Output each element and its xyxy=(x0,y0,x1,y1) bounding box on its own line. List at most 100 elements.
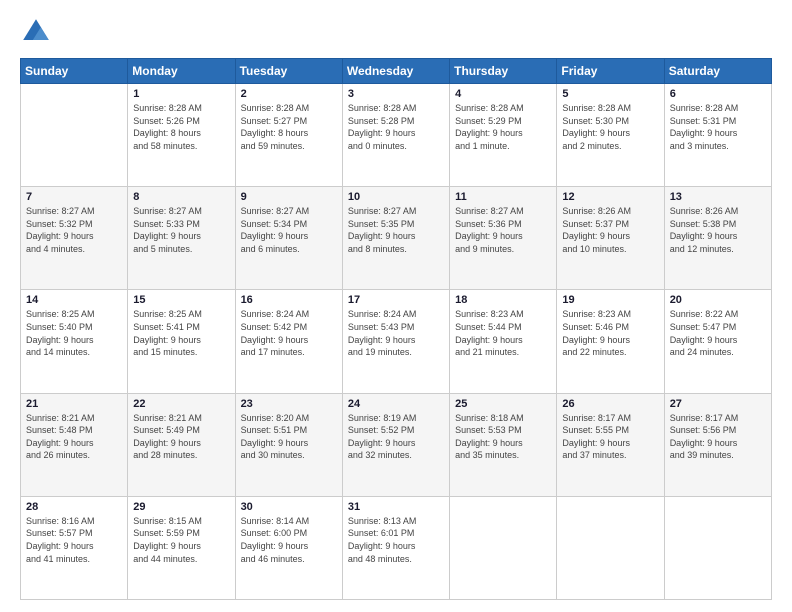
day-cell: 24 Sunrise: 8:19 AM Sunset: 5:52 PM Dayli… xyxy=(342,393,449,496)
day-info: Sunrise: 8:23 AM Sunset: 5:46 PM Dayligh… xyxy=(562,308,658,358)
day-info: Sunrise: 8:13 AM Sunset: 6:01 PM Dayligh… xyxy=(348,515,444,565)
day-number: 1 xyxy=(133,88,229,100)
day-number: 31 xyxy=(348,501,444,513)
page: SundayMondayTuesdayWednesdayThursdayFrid… xyxy=(0,0,792,612)
day-number: 13 xyxy=(670,191,766,203)
day-cell xyxy=(21,84,128,187)
day-info: Sunrise: 8:14 AM Sunset: 6:00 PM Dayligh… xyxy=(241,515,337,565)
day-info: Sunrise: 8:15 AM Sunset: 5:59 PM Dayligh… xyxy=(133,515,229,565)
day-number: 22 xyxy=(133,398,229,410)
day-cell: 8 Sunrise: 8:27 AM Sunset: 5:33 PM Daylig… xyxy=(128,187,235,290)
day-number: 7 xyxy=(26,191,122,203)
day-cell: 23Sunrise: 8:20 AM Sunset: 5:51 PM Dayli… xyxy=(235,393,342,496)
day-cell: 1 Sunrise: 8:28 AM Sunset: 5:26 PM Daylig… xyxy=(128,84,235,187)
week-row-4: 28 Sunrise: 8:16 AM Sunset: 5:57 PM Dayli… xyxy=(21,496,772,599)
header-cell-sunday: Sunday xyxy=(21,59,128,84)
day-cell: 28 Sunrise: 8:16 AM Sunset: 5:57 PM Dayli… xyxy=(21,496,128,599)
logo-icon xyxy=(20,16,52,48)
header-row: SundayMondayTuesdayWednesdayThursdayFrid… xyxy=(21,59,772,84)
day-info: Sunrise: 8:18 AM Sunset: 5:53 PM Dayligh… xyxy=(455,412,551,462)
header xyxy=(20,16,772,48)
day-info: Sunrise: 8:16 AM Sunset: 5:57 PM Dayligh… xyxy=(26,515,122,565)
day-number: 10 xyxy=(348,191,444,203)
day-number: 6 xyxy=(670,88,766,100)
day-info: Sunrise: 8:26 AM Sunset: 5:37 PM Dayligh… xyxy=(562,205,658,255)
day-cell: 10 Sunrise: 8:27 AM Sunset: 5:35 PM Dayli… xyxy=(342,187,449,290)
calendar-header: SundayMondayTuesdayWednesdayThursdayFrid… xyxy=(21,59,772,84)
day-cell: 2Sunrise: 8:28 AM Sunset: 5:27 PM Daylig… xyxy=(235,84,342,187)
day-number: 25 xyxy=(455,398,551,410)
header-cell-friday: Friday xyxy=(557,59,664,84)
day-cell: 29 Sunrise: 8:15 AM Sunset: 5:59 PM Dayli… xyxy=(128,496,235,599)
day-info: Sunrise: 8:20 AM Sunset: 5:51 PM Dayligh… xyxy=(241,412,337,462)
day-info: Sunrise: 8:28 AM Sunset: 5:26 PM Dayligh… xyxy=(133,102,229,152)
day-number: 28 xyxy=(26,501,122,513)
day-info: Sunrise: 8:27 AM Sunset: 5:32 PM Dayligh… xyxy=(26,205,122,255)
day-info: Sunrise: 8:27 AM Sunset: 5:34 PM Dayligh… xyxy=(241,205,337,255)
day-cell: 12 Sunrise: 8:26 AM Sunset: 5:37 PM Dayli… xyxy=(557,187,664,290)
day-cell: 15 Sunrise: 8:25 AM Sunset: 5:41 PM Dayli… xyxy=(128,290,235,393)
day-number: 29 xyxy=(133,501,229,513)
day-number: 5 xyxy=(562,88,658,100)
day-info: Sunrise: 8:27 AM Sunset: 5:36 PM Dayligh… xyxy=(455,205,551,255)
day-cell: 3 Sunrise: 8:28 AM Sunset: 5:28 PM Daylig… xyxy=(342,84,449,187)
day-number: 16 xyxy=(241,294,337,306)
day-cell: 16Sunrise: 8:24 AM Sunset: 5:42 PM Dayli… xyxy=(235,290,342,393)
day-number: 20 xyxy=(670,294,766,306)
day-info: Sunrise: 8:26 AM Sunset: 5:38 PM Dayligh… xyxy=(670,205,766,255)
day-info: Sunrise: 8:28 AM Sunset: 5:30 PM Dayligh… xyxy=(562,102,658,152)
week-row-1: 7 Sunrise: 8:27 AM Sunset: 5:32 PM Daylig… xyxy=(21,187,772,290)
day-cell: 11Sunrise: 8:27 AM Sunset: 5:36 PM Dayli… xyxy=(450,187,557,290)
day-number: 2 xyxy=(241,88,337,100)
day-info: Sunrise: 8:28 AM Sunset: 5:28 PM Dayligh… xyxy=(348,102,444,152)
day-number: 18 xyxy=(455,294,551,306)
day-info: Sunrise: 8:24 AM Sunset: 5:43 PM Dayligh… xyxy=(348,308,444,358)
day-info: Sunrise: 8:27 AM Sunset: 5:35 PM Dayligh… xyxy=(348,205,444,255)
day-cell: 18 Sunrise: 8:23 AM Sunset: 5:44 PM Dayli… xyxy=(450,290,557,393)
day-info: Sunrise: 8:19 AM Sunset: 5:52 PM Dayligh… xyxy=(348,412,444,462)
day-info: Sunrise: 8:22 AM Sunset: 5:47 PM Dayligh… xyxy=(670,308,766,358)
day-cell xyxy=(664,496,771,599)
day-number: 3 xyxy=(348,88,444,100)
week-row-0: 1 Sunrise: 8:28 AM Sunset: 5:26 PM Daylig… xyxy=(21,84,772,187)
day-number: 26 xyxy=(562,398,658,410)
calendar-body: 1 Sunrise: 8:28 AM Sunset: 5:26 PM Daylig… xyxy=(21,84,772,600)
day-number: 15 xyxy=(133,294,229,306)
day-info: Sunrise: 8:25 AM Sunset: 5:40 PM Dayligh… xyxy=(26,308,122,358)
day-cell: 5 Sunrise: 8:28 AM Sunset: 5:30 PM Daylig… xyxy=(557,84,664,187)
day-cell xyxy=(557,496,664,599)
day-number: 27 xyxy=(670,398,766,410)
logo xyxy=(20,16,56,48)
day-info: Sunrise: 8:25 AM Sunset: 5:41 PM Dayligh… xyxy=(133,308,229,358)
day-cell: 26Sunrise: 8:17 AM Sunset: 5:55 PM Dayli… xyxy=(557,393,664,496)
day-number: 17 xyxy=(348,294,444,306)
day-info: Sunrise: 8:23 AM Sunset: 5:44 PM Dayligh… xyxy=(455,308,551,358)
day-number: 21 xyxy=(26,398,122,410)
day-number: 24 xyxy=(348,398,444,410)
day-cell: 17 Sunrise: 8:24 AM Sunset: 5:43 PM Dayli… xyxy=(342,290,449,393)
day-cell: 6 Sunrise: 8:28 AM Sunset: 5:31 PM Daylig… xyxy=(664,84,771,187)
header-cell-saturday: Saturday xyxy=(664,59,771,84)
day-info: Sunrise: 8:28 AM Sunset: 5:31 PM Dayligh… xyxy=(670,102,766,152)
header-cell-thursday: Thursday xyxy=(450,59,557,84)
day-cell: 19 Sunrise: 8:23 AM Sunset: 5:46 PM Dayli… xyxy=(557,290,664,393)
day-info: Sunrise: 8:21 AM Sunset: 5:48 PM Dayligh… xyxy=(26,412,122,462)
day-cell: 20 Sunrise: 8:22 AM Sunset: 5:47 PM Dayli… xyxy=(664,290,771,393)
day-number: 12 xyxy=(562,191,658,203)
day-cell: 31 Sunrise: 8:13 AM Sunset: 6:01 PM Dayli… xyxy=(342,496,449,599)
day-cell: 13 Sunrise: 8:26 AM Sunset: 5:38 PM Dayli… xyxy=(664,187,771,290)
day-info: Sunrise: 8:27 AM Sunset: 5:33 PM Dayligh… xyxy=(133,205,229,255)
day-number: 9 xyxy=(241,191,337,203)
day-cell: 21 Sunrise: 8:21 AM Sunset: 5:48 PM Dayli… xyxy=(21,393,128,496)
day-cell: 25 Sunrise: 8:18 AM Sunset: 5:53 PM Dayli… xyxy=(450,393,557,496)
day-cell: 22Sunrise: 8:21 AM Sunset: 5:49 PM Dayli… xyxy=(128,393,235,496)
day-number: 14 xyxy=(26,294,122,306)
day-number: 19 xyxy=(562,294,658,306)
day-number: 8 xyxy=(133,191,229,203)
header-cell-tuesday: Tuesday xyxy=(235,59,342,84)
header-cell-monday: Monday xyxy=(128,59,235,84)
day-cell: 27Sunrise: 8:17 AM Sunset: 5:56 PM Dayli… xyxy=(664,393,771,496)
week-row-3: 21 Sunrise: 8:21 AM Sunset: 5:48 PM Dayli… xyxy=(21,393,772,496)
day-number: 30 xyxy=(241,501,337,513)
calendar-table: SundayMondayTuesdayWednesdayThursdayFrid… xyxy=(20,58,772,600)
